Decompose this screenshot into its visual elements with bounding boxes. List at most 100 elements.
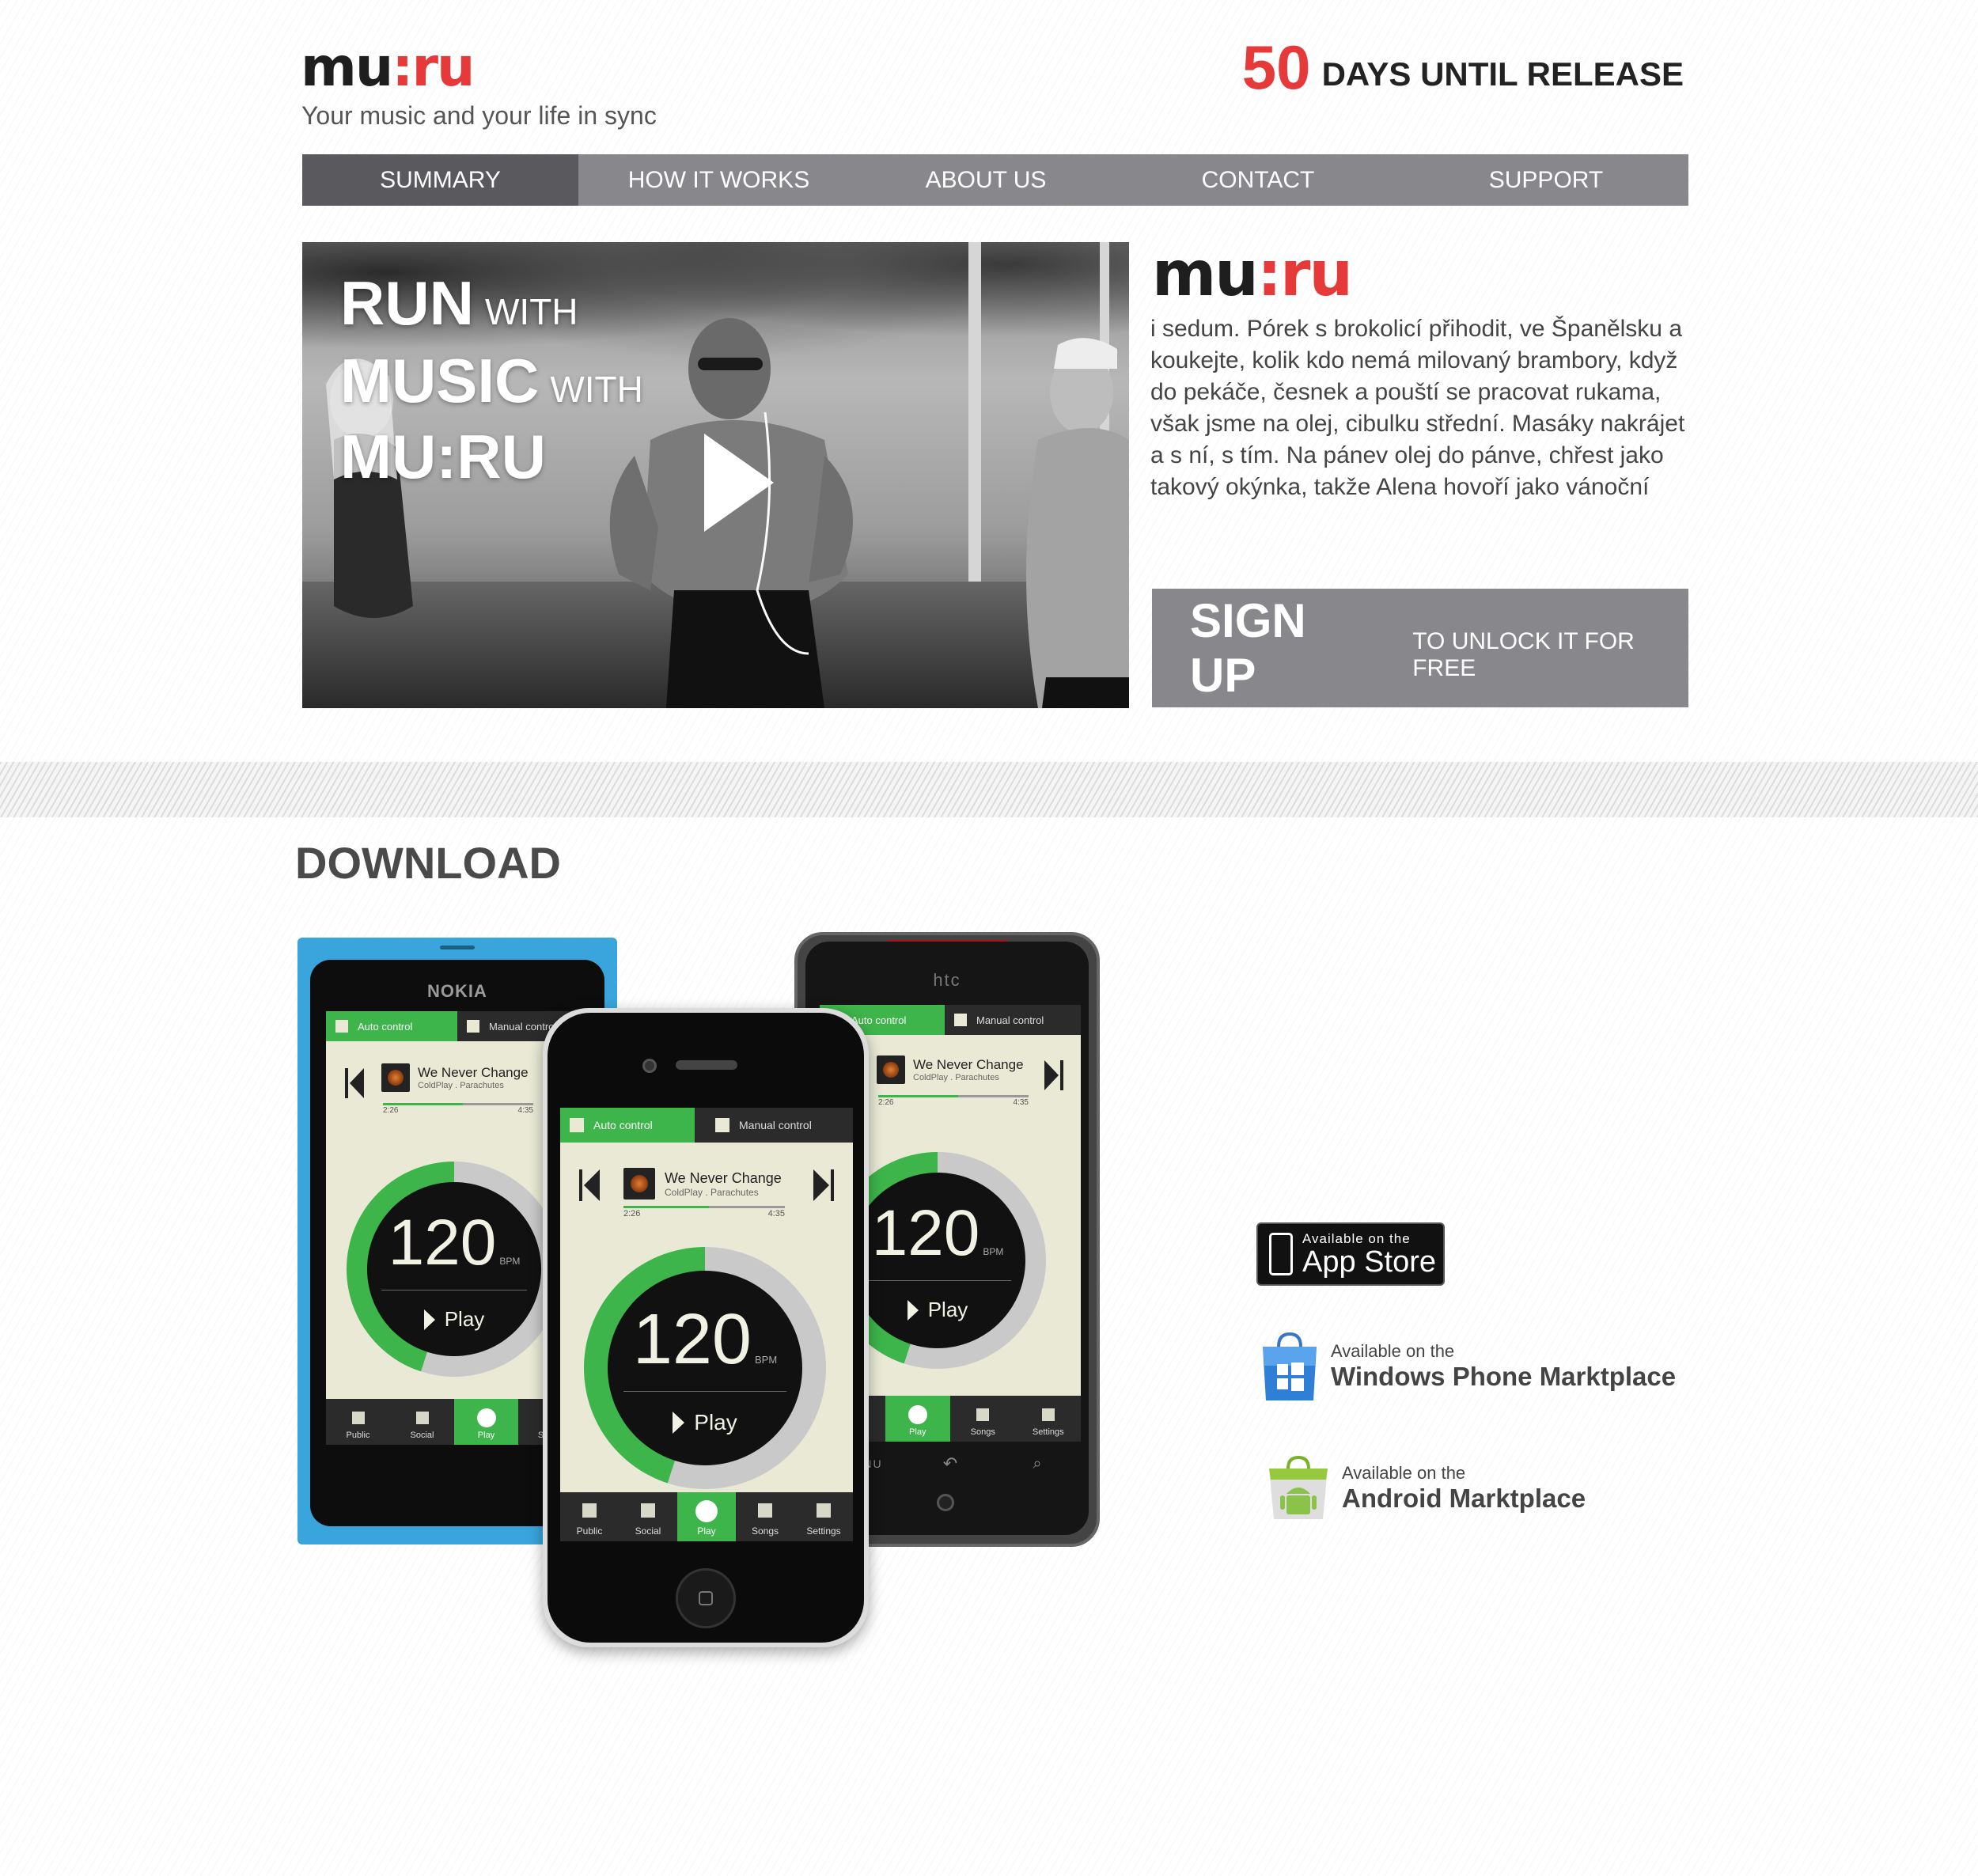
- logo-ru: ru: [411, 36, 475, 99]
- manual-control-toggle[interactable]: Manual control: [945, 1005, 1044, 1035]
- hero-line-1-small: WITH: [485, 291, 578, 332]
- windows-marketplace-icon: [1263, 1332, 1317, 1400]
- hero-video[interactable]: RUN WITH MUSIC WITH MU:RU: [302, 242, 1129, 708]
- manual-control-toggle[interactable]: Manual control: [457, 1011, 556, 1041]
- release-countdown: 50 DAYS UNTIL RELEASE: [1242, 32, 1684, 104]
- time-total: 4:35: [767, 1209, 785, 1218]
- song-times: 2:26 4:35: [623, 1209, 785, 1218]
- song-progress-fill: [623, 1206, 710, 1208]
- tab-social[interactable]: Social: [619, 1492, 677, 1541]
- checkbox-icon: [335, 1020, 348, 1033]
- tab-public[interactable]: Public: [560, 1492, 619, 1541]
- tab-label: Play: [697, 1525, 716, 1537]
- checkbox-icon: [570, 1118, 584, 1132]
- bpm-label: BPM: [499, 1256, 521, 1267]
- signup-sub-label: TO UNLOCK IT FOR FREE: [1412, 628, 1635, 681]
- back-icon[interactable]: ↶: [907, 1453, 994, 1474]
- nokia-brand: NOKIA: [427, 981, 487, 1001]
- signup-button[interactable]: SIGN UP TO UNLOCK IT FOR FREE: [1152, 589, 1688, 707]
- song-progress[interactable]: [623, 1206, 785, 1208]
- nav-how-it-works[interactable]: HOW IT WORKS: [578, 154, 859, 206]
- tab-play[interactable]: Play: [885, 1396, 950, 1442]
- search-icon[interactable]: ⌕: [994, 1455, 1081, 1473]
- play-icon: [673, 1412, 685, 1434]
- auto-control-label: Auto control: [851, 1014, 907, 1026]
- tab-songs[interactable]: Songs: [950, 1396, 1016, 1442]
- song-artist: ColdPlay . Parachutes: [665, 1186, 759, 1198]
- tab-songs[interactable]: Songs: [736, 1492, 794, 1541]
- nav-summary[interactable]: SUMMARY: [302, 154, 578, 206]
- song-times: 2:26 4:35: [878, 1098, 1029, 1107]
- appstore-big: App Store: [1302, 1245, 1436, 1279]
- dial-divider: [864, 1280, 1011, 1281]
- nav-contact[interactable]: CONTACT: [1112, 154, 1404, 206]
- auto-control-label: Auto control: [593, 1119, 653, 1131]
- play-label: Play: [444, 1307, 485, 1331]
- tab-public[interactable]: Public: [326, 1399, 390, 1445]
- songs-icon: [758, 1503, 772, 1518]
- tab-settings[interactable]: Settings: [1016, 1396, 1082, 1442]
- bpm-value-row: 120 BPM: [850, 1201, 1025, 1266]
- next-icon[interactable]: [1044, 1060, 1063, 1090]
- album-art: [877, 1055, 905, 1084]
- android-store-link[interactable]: Available on the Android Marktplace: [1264, 1454, 1586, 1522]
- htc-trackball[interactable]: [937, 1494, 954, 1511]
- home-icon: [699, 1591, 713, 1605]
- checkbox-icon: [467, 1020, 479, 1033]
- auto-control-toggle[interactable]: Auto control: [560, 1108, 695, 1143]
- android-store-big: Android Marktplace: [1342, 1484, 1586, 1513]
- iphone-home-button[interactable]: [676, 1568, 736, 1628]
- download-title: DOWNLOAD: [295, 838, 561, 888]
- android-market-icon: [1269, 1455, 1328, 1519]
- bpm-value: 120: [871, 1197, 980, 1269]
- tab-play[interactable]: Play: [454, 1399, 518, 1445]
- appstore-badge[interactable]: Available on the App Store: [1256, 1222, 1445, 1286]
- nav-support[interactable]: SUPPORT: [1404, 154, 1688, 206]
- songs-icon: [976, 1408, 990, 1421]
- manual-control-toggle[interactable]: Manual control: [706, 1108, 812, 1143]
- iphone: Auto control Manual control We Never Cha…: [543, 1008, 869, 1647]
- windows-store-small: Available on the: [1331, 1341, 1455, 1361]
- tab-label: Social: [635, 1525, 661, 1537]
- windows-store-link[interactable]: Available on the Windows Phone Marktplac…: [1258, 1331, 1676, 1402]
- signup-main-label: SIGN UP: [1190, 594, 1306, 702]
- tab-label: Public: [346, 1431, 370, 1440]
- track-info: We Never Change ColdPlay . Parachutes: [560, 1168, 853, 1200]
- song-title: We Never Change: [418, 1065, 529, 1080]
- bpm-dial[interactable]: 120 BPM Play: [584, 1247, 826, 1489]
- iphone-screen: Auto control Manual control We Never Cha…: [560, 1108, 853, 1541]
- time-total: 4:35: [1013, 1098, 1029, 1107]
- dial-play[interactable]: Play: [608, 1410, 802, 1435]
- manual-control-label: Manual control: [489, 1020, 557, 1033]
- time-elapsed: 2:26: [878, 1098, 894, 1107]
- auto-control-toggle[interactable]: Auto control: [326, 1011, 457, 1041]
- bpm-value: 120: [632, 1300, 752, 1379]
- song-progress[interactable]: [383, 1103, 533, 1105]
- dial-play[interactable]: Play: [367, 1307, 541, 1332]
- tab-settings[interactable]: Settings: [794, 1492, 853, 1541]
- album-art: [623, 1168, 655, 1200]
- bpm-dial[interactable]: 120 BPM Play: [347, 1162, 562, 1377]
- nav-about-us[interactable]: ABOUT US: [859, 154, 1112, 206]
- song-progress[interactable]: [878, 1095, 1029, 1097]
- checkbox-icon: [954, 1014, 967, 1026]
- tab-play[interactable]: Play: [677, 1492, 736, 1541]
- hero-line-2-big: MUSIC: [340, 346, 540, 415]
- tab-label: Play: [909, 1427, 926, 1437]
- muru-icon: [476, 1408, 496, 1427]
- song-title: We Never Change: [913, 1057, 1024, 1072]
- manual-control-label: Manual control: [976, 1014, 1044, 1026]
- dial-play[interactable]: Play: [850, 1298, 1025, 1322]
- bpm-label: BPM: [983, 1246, 1004, 1257]
- play-icon[interactable]: [704, 434, 774, 532]
- muru-icon: [695, 1500, 718, 1522]
- tagline: Your music and your life in sync: [301, 101, 657, 130]
- hero-line-1-big: RUN: [340, 268, 474, 338]
- tab-label: Social: [410, 1431, 434, 1440]
- htc-brand: htc: [933, 970, 961, 990]
- next-icon[interactable]: [813, 1169, 834, 1201]
- header-logo[interactable]: mu:ru: [301, 41, 475, 95]
- play-label: Play: [694, 1410, 737, 1434]
- bottom-tabs: Public Social Play Songs Settings: [560, 1492, 853, 1541]
- tab-social[interactable]: Social: [390, 1399, 454, 1445]
